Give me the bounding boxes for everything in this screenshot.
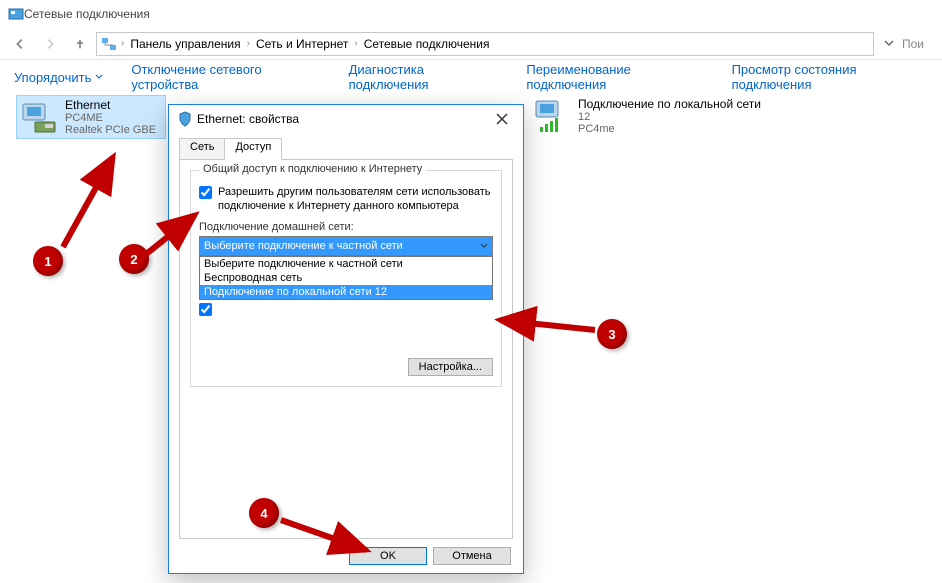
home-network-select[interactable]: Выберите подключение к частной сети Выбе… bbox=[199, 236, 493, 256]
annotation-arrow-3 bbox=[490, 310, 600, 345]
window-title-bar: Сетевые подключения bbox=[0, 0, 942, 28]
adapter-line2: 12 bbox=[578, 111, 761, 123]
adapter-lan[interactable]: Подключение по локальной сети 12 PC4me bbox=[530, 95, 770, 137]
setup-button[interactable]: Настройка... bbox=[408, 358, 493, 376]
adapter-name: Подключение по локальной сети bbox=[578, 97, 761, 111]
crumb-net-internet[interactable]: Сеть и Интернет bbox=[254, 37, 350, 51]
home-network-label: Подключение домашней сети: bbox=[199, 221, 493, 233]
breadcrumb-bar[interactable]: › Панель управления › Сеть и Интернет › … bbox=[96, 32, 874, 56]
dialog-tabs: Сеть Доступ bbox=[179, 137, 513, 159]
dropdown-option-selected[interactable]: Подключение по локальной сети 12 bbox=[200, 285, 492, 299]
chevron-right-icon: › bbox=[121, 38, 124, 49]
disable-device-button[interactable]: Отключение сетевого устройства bbox=[131, 62, 320, 92]
forward-button[interactable] bbox=[36, 30, 64, 58]
crumb-control-panel[interactable]: Панель управления bbox=[128, 37, 242, 51]
home-network-dropdown: Выберите подключение к частной сети Бесп… bbox=[199, 256, 493, 300]
chevron-down-icon[interactable] bbox=[476, 238, 491, 254]
dialog-title: Ethernet: свойства bbox=[197, 112, 299, 126]
tab-access[interactable]: Доступ bbox=[224, 138, 282, 160]
window-title: Сетевые подключения bbox=[24, 7, 150, 21]
organize-menu[interactable]: Упорядочить bbox=[14, 70, 103, 85]
ics-group: Общий доступ к подключению к Интернету Р… bbox=[190, 170, 502, 387]
back-button[interactable] bbox=[6, 30, 34, 58]
view-status-button[interactable]: Просмотр состояния подключения bbox=[732, 62, 928, 92]
address-bar: › Панель управления › Сеть и Интернет › … bbox=[0, 28, 942, 60]
lan-adapter-icon bbox=[534, 97, 572, 135]
annotation-arrow-1 bbox=[58, 147, 128, 262]
close-button[interactable] bbox=[489, 108, 515, 130]
crumb-net-connections[interactable]: Сетевые подключения bbox=[362, 37, 492, 51]
second-checkbox-row bbox=[199, 302, 493, 316]
cancel-button[interactable]: Отмена bbox=[433, 547, 511, 565]
tab-network[interactable]: Сеть bbox=[179, 138, 225, 160]
network-panel-icon bbox=[101, 36, 117, 52]
annotation-circle-3: 3 bbox=[597, 319, 627, 349]
chevron-right-icon: › bbox=[247, 38, 250, 49]
adapter-line3: PC4me bbox=[578, 123, 761, 135]
select-value: Выберите подключение к частной сети bbox=[204, 240, 403, 252]
control-panel-icon bbox=[8, 6, 24, 22]
address-dropdown-icon[interactable] bbox=[884, 35, 894, 53]
access-panel: Общий доступ к подключению к Интернету Р… bbox=[179, 159, 513, 539]
annotation-circle-4: 4 bbox=[249, 498, 279, 528]
annotation-arrow-4 bbox=[276, 510, 376, 565]
dropdown-option[interactable]: Беспроводная сеть bbox=[200, 271, 492, 285]
group-title: Общий доступ к подключению к Интернету bbox=[199, 163, 426, 175]
adapter-ethernet[interactable]: Ethernet PC4ME Realtek PCIe GBE bbox=[16, 95, 166, 139]
dropdown-option[interactable]: Выберите подключение к частной сети bbox=[200, 257, 492, 271]
adapter-device: Realtek PCIe GBE bbox=[65, 124, 156, 136]
command-toolbar: Упорядочить Отключение сетевого устройст… bbox=[0, 60, 942, 94]
allow-sharing-row: Разрешить другим пользователям сети испо… bbox=[199, 185, 493, 213]
diagnose-button[interactable]: Диагностика подключения bbox=[349, 62, 499, 92]
adapter-status: PC4ME bbox=[65, 112, 156, 124]
rename-button[interactable]: Переименование подключения bbox=[526, 62, 703, 92]
shield-icon bbox=[177, 111, 193, 127]
chevron-right-icon: › bbox=[354, 38, 357, 49]
dialog-title-bar: Ethernet: свойства bbox=[169, 105, 523, 133]
allow-control-checkbox[interactable] bbox=[199, 303, 212, 316]
up-button[interactable] bbox=[66, 30, 94, 58]
ethernet-adapter-icon bbox=[21, 98, 59, 136]
ethernet-properties-dialog: Ethernet: свойства Сеть Доступ Общий дос… bbox=[168, 104, 524, 574]
search-placeholder[interactable]: Пои bbox=[902, 37, 924, 51]
adapter-name: Ethernet bbox=[65, 98, 156, 112]
allow-sharing-label: Разрешить другим пользователям сети испо… bbox=[218, 185, 493, 213]
